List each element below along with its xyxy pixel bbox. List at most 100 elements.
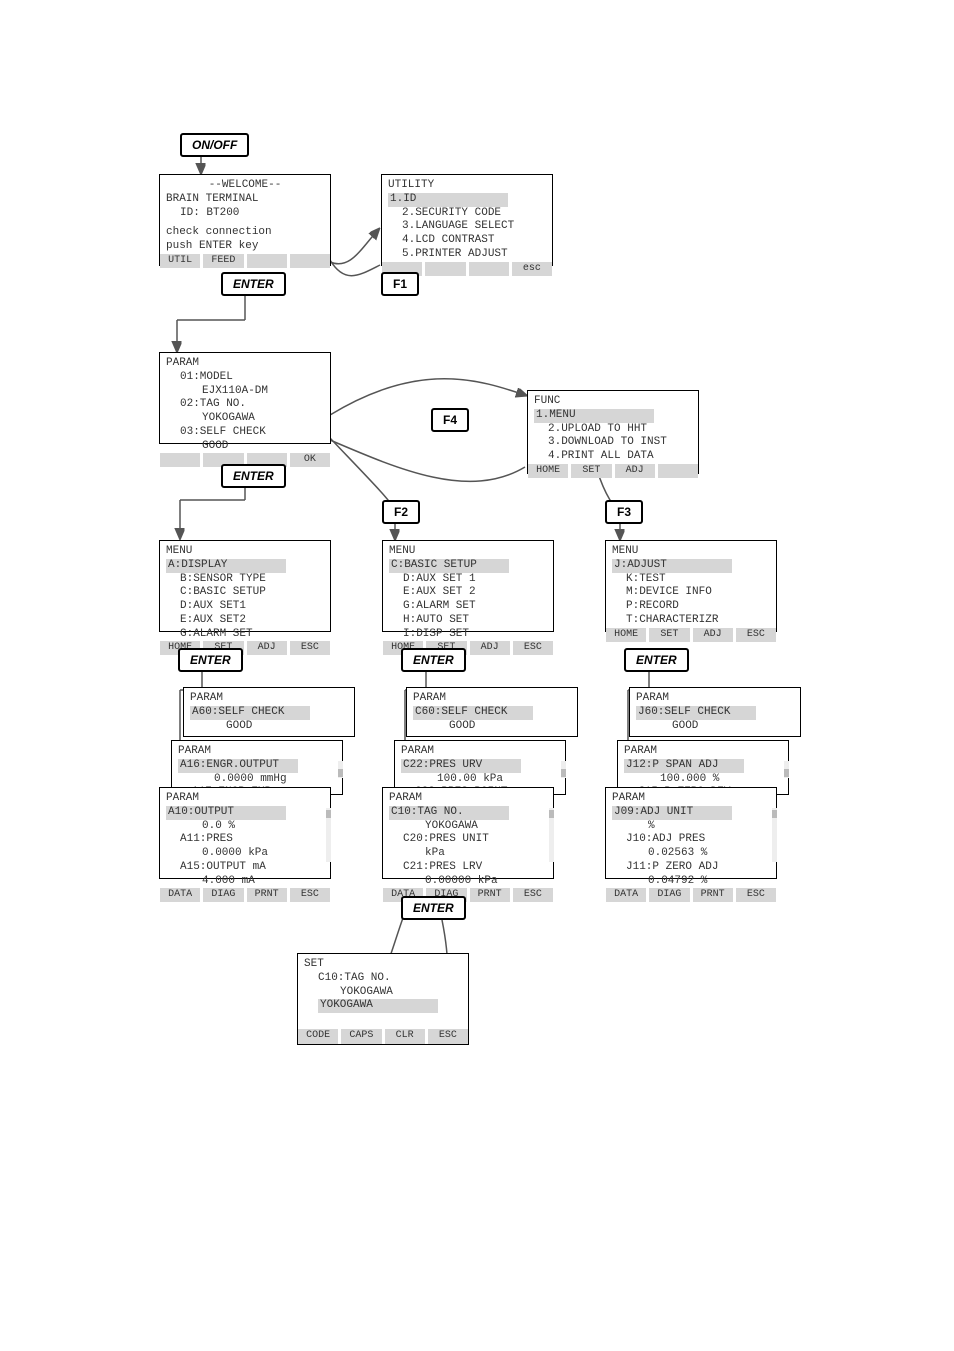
ma-sel[interactable]: A:DISPLAY [166,559,286,573]
pjb-l2: J10:ADJ PRES [612,833,770,847]
func-f1[interactable]: HOME [528,464,571,478]
key-enter-2: ENTER [221,464,286,488]
mc-f4[interactable]: ESC [513,641,553,655]
pjm-title: PARAM [624,745,782,759]
scrollbar[interactable] [561,761,566,778]
pab-sel[interactable]: A10:OUTPUT [166,806,286,820]
welcome-f1[interactable]: UTIL [160,254,203,268]
pab-l3v: 4.000 mA [166,875,324,889]
mj-l4: P:RECORD [612,600,770,614]
key-onoff: ON/OFF [180,133,249,157]
pab-f3[interactable]: PRNT [247,888,290,902]
mc-f3[interactable]: ADJ [470,641,513,655]
welcome-f3[interactable] [247,254,290,268]
screen-menu-a: MENU A:DISPLAY B:SENSOR TYPE C:BASIC SET… [159,540,331,632]
pcb-l3v: 0.00000 kPa [389,875,547,889]
pjt-v: GOOD [636,720,794,734]
pab-f1[interactable]: DATA [160,888,203,902]
mj-f4[interactable]: ESC [736,628,776,642]
mj-sel[interactable]: J:ADJUST [612,559,732,573]
mc-l5: H:AUTO SET [389,614,547,628]
pjb-f3[interactable]: PRNT [693,888,736,902]
pjb-f1[interactable]: DATA [606,888,649,902]
ma-l6: G:ALARM SET [166,628,324,642]
scrollbar[interactable] [549,808,554,862]
utility-l4: 4.LCD CONTRAST [388,234,546,248]
func-f4[interactable] [658,464,698,478]
pat-sel[interactable]: A60:SELF CHECK [190,706,310,720]
ma-f3[interactable]: ADJ [247,641,290,655]
ma-f4[interactable]: ESC [290,641,330,655]
pab-selv: 0.0 % [166,820,324,834]
pam-sel[interactable]: A16:ENGR.OUTPUT [178,759,298,773]
scrollbar[interactable] [326,808,331,862]
screen-menu-j: MENU J:ADJUST K:TEST M:DEVICE INFO P:REC… [605,540,777,632]
pjb-sel[interactable]: J09:ADJ UNIT [612,806,732,820]
pjt-sel[interactable]: J60:SELF CHECK [636,706,756,720]
utility-l2: 2.SECURITY CODE [388,207,546,221]
screen-param-a-top: PARAM A60:SELF CHECK GOOD [183,687,355,737]
ma-title: MENU [166,545,324,559]
utility-title: UTILITY [388,179,546,193]
pcm-sel[interactable]: C22:PRES URV [401,759,521,773]
welcome-title: --WELCOME-- [166,179,324,193]
pjb-l3v: 0.04792 % [612,875,770,889]
pm-ok[interactable]: OK [290,453,330,467]
welcome-l1: BRAIN TERMINAL [166,193,324,207]
pab-f2[interactable]: DIAG [203,888,246,902]
screen-param-j-bot: PARAM J09:ADJ UNIT % J10:ADJ PRES 0.0256… [605,787,777,879]
welcome-l3: check connection [166,226,324,240]
utility-f4[interactable]: esc [512,262,552,276]
mj-f2[interactable]: SET [649,628,692,642]
key-f1: F1 [381,272,419,296]
func-f3[interactable]: ADJ [615,464,658,478]
welcome-f2[interactable]: FEED [203,254,246,268]
set-l1v: YOKOGAWA [304,986,462,1000]
scrollbar[interactable] [784,761,789,778]
utility-f3[interactable] [469,262,512,276]
pab-l3: A15:OUTPUT mA [166,861,324,875]
utility-sel[interactable]: 1.ID [388,193,508,207]
ma-l2: B:SENSOR TYPE [166,573,324,587]
utility-l3: 3.LANGUAGE SELECT [388,220,546,234]
pat-v: GOOD [190,720,348,734]
set-f2[interactable]: CAPS [341,1029,384,1044]
pjb-f2[interactable]: DIAG [649,888,692,902]
pjb-f4[interactable]: ESC [736,888,776,902]
scrollbar[interactable] [338,761,343,778]
mc-title: MENU [389,545,547,559]
pcb-sel[interactable]: C10:TAG NO. [389,806,509,820]
mj-title: MENU [612,545,770,559]
scrollbar[interactable] [772,808,777,862]
mj-f3[interactable]: ADJ [693,628,736,642]
welcome-l2: ID: BT200 [166,207,324,221]
key-f4: F4 [431,408,469,432]
mc-sel[interactable]: C:BASIC SETUP [389,559,509,573]
pab-title: PARAM [166,792,324,806]
pcb-l2v: kPa [389,847,547,861]
utility-l5: 5.PRINTER ADJUST [388,248,546,262]
screen-param-j-top: PARAM J60:SELF CHECK GOOD [629,687,801,737]
set-sel[interactable]: YOKOGAWA [318,999,438,1013]
pcb-f4[interactable]: ESC [513,888,553,902]
mj-f1[interactable]: HOME [606,628,649,642]
key-f2: F2 [382,500,420,524]
welcome-f4[interactable] [290,254,330,268]
set-f1[interactable]: CODE [298,1029,341,1044]
set-f3[interactable]: CLR [385,1029,428,1044]
pcb-title: PARAM [389,792,547,806]
func-f2[interactable]: SET [571,464,614,478]
ma-l5: E:AUX SET2 [166,614,324,628]
pct-sel[interactable]: C60:SELF CHECK [413,706,533,720]
pct-v: GOOD [413,720,571,734]
pat-title: PARAM [190,692,348,706]
screen-param-a-bot: PARAM A10:OUTPUT 0.0 % A11:PRES 0.0000 k… [159,787,331,879]
pjm-sel[interactable]: J12:P SPAN ADJ [624,759,744,773]
mj-l2: K:TEST [612,573,770,587]
set-f4[interactable]: ESC [428,1029,468,1044]
pab-f4[interactable]: ESC [290,888,330,902]
key-enter-j: ENTER [624,648,689,672]
utility-f2[interactable] [425,262,468,276]
pcb-f3[interactable]: PRNT [470,888,513,902]
func-sel[interactable]: 1.MENU [534,409,654,423]
